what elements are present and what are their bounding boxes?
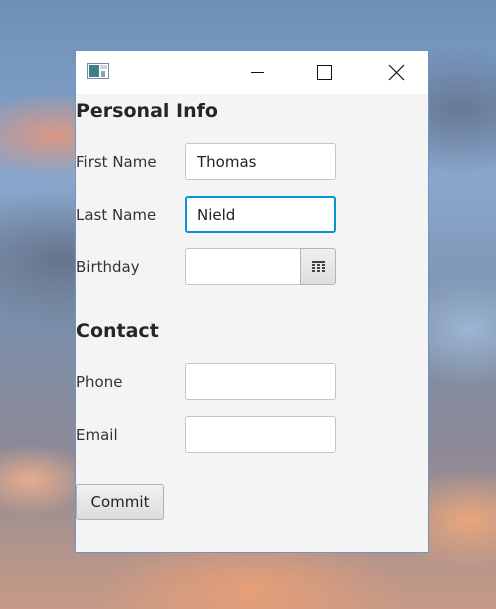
first-name-label: First Name: [76, 153, 157, 171]
maximize-icon: [317, 65, 332, 80]
birthday-date-picker: [185, 248, 336, 285]
birthday-label: Birthday: [76, 258, 140, 276]
last-name-input[interactable]: [185, 196, 336, 233]
email-label: Email: [76, 426, 118, 444]
commit-button[interactable]: Commit: [76, 484, 164, 520]
phone-label: Phone: [76, 373, 123, 391]
minimize-icon: [251, 72, 264, 73]
last-name-label: Last Name: [76, 206, 157, 224]
maximize-button[interactable]: [300, 51, 346, 94]
app-icon: [87, 63, 109, 79]
birthday-input[interactable]: [185, 248, 301, 285]
calendar-icon: [312, 261, 325, 272]
close-icon: [388, 64, 405, 81]
title-bar[interactable]: [76, 51, 428, 94]
first-name-input[interactable]: [185, 143, 336, 180]
phone-input[interactable]: [185, 363, 336, 400]
calendar-button[interactable]: [300, 248, 336, 285]
personal-info-heading: Personal Info: [76, 100, 218, 122]
contact-heading: Contact: [76, 320, 159, 342]
close-button[interactable]: [372, 51, 418, 94]
minimize-button[interactable]: [234, 51, 280, 94]
form-window: Personal Info First Name Last Name Birth…: [75, 50, 429, 553]
email-input[interactable]: [185, 416, 336, 453]
